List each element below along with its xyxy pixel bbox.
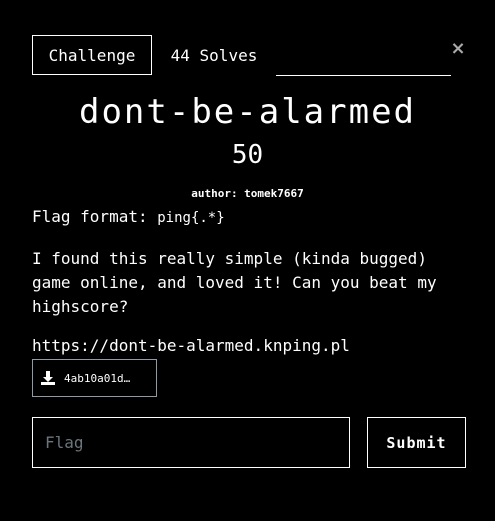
challenge-title: dont-be-alarmed	[78, 92, 417, 132]
download-icon	[41, 371, 55, 385]
challenge-description: I found this really simple (kinda bugged…	[32, 249, 437, 316]
flag-input[interactable]	[32, 417, 350, 468]
file-download-button[interactable]: 4ab10a01d…	[32, 359, 157, 397]
challenge-author: author: tomek7667	[191, 187, 304, 200]
tab-solves[interactable]: 44 Solves	[154, 35, 274, 75]
tab-underline	[276, 75, 451, 76]
flag-format-line: Flag format: ping{.*}	[32, 207, 225, 226]
close-icon[interactable]: ×	[448, 36, 468, 60]
file-name: 4ab10a01d…	[64, 371, 131, 385]
challenge-points: 50	[231, 140, 264, 170]
flag-format-label: Flag format:	[32, 207, 158, 226]
submit-button[interactable]: Submit	[367, 417, 466, 468]
flag-format-value: ping{.*}	[157, 210, 225, 226]
tab-challenge[interactable]: Challenge	[32, 35, 152, 75]
challenge-url: https://dont-be-alarmed.knping.pl	[32, 336, 350, 355]
